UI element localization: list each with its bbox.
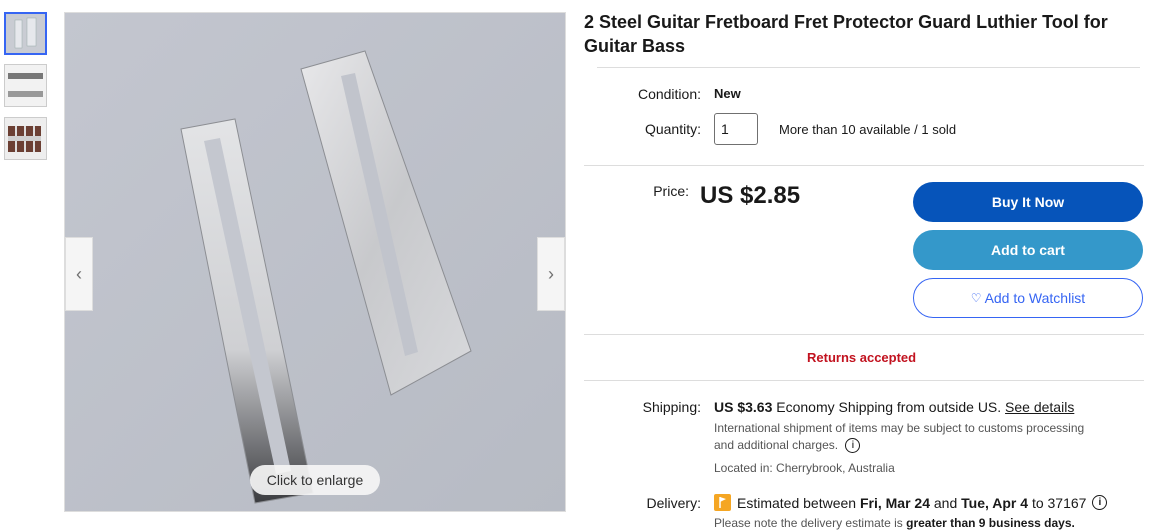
delivery-label: Delivery: <box>646 495 701 511</box>
price-value: US $2.85 <box>700 182 801 209</box>
add-to-cart-button[interactable]: Add to cart <box>913 230 1143 270</box>
customs-note-line2: and additional charges. i <box>714 438 861 454</box>
click-to-enlarge-button[interactable]: Click to enlarge <box>250 465 380 495</box>
shipping-label: Shipping: <box>642 399 701 415</box>
divider <box>584 165 1144 166</box>
condition-value: New <box>714 86 741 101</box>
chevron-right-icon: › <box>548 263 554 284</box>
thumbnail-2-image <box>5 65 46 106</box>
divider <box>584 334 1144 335</box>
see-details-link[interactable]: See details <box>1005 399 1074 415</box>
main-product-image[interactable]: ‹ › Click to enlarge <box>64 12 566 512</box>
info-icon[interactable]: i <box>845 438 861 454</box>
divider <box>597 67 1140 68</box>
prev-image-button[interactable]: ‹ <box>65 237 93 311</box>
customs-note-line2-text: and additional charges. <box>714 438 839 452</box>
product-photo <box>65 13 565 511</box>
next-image-button[interactable]: › <box>537 237 565 311</box>
condition-label: Condition: <box>637 86 701 102</box>
heart-icon: ♡ <box>970 291 982 305</box>
thumbnail-3[interactable] <box>4 117 47 160</box>
add-to-watchlist-button[interactable]: ♡ Add to Watchlist <box>913 278 1143 318</box>
delivery-estimate: Estimated between Fri, Mar 24 and Tue, A… <box>714 494 1108 511</box>
returns-accepted: Returns accepted <box>807 350 917 365</box>
divider <box>584 380 1144 381</box>
delivery-note: Please note the delivery estimate is gre… <box>714 516 1075 530</box>
shipping-line: US $3.63 Economy Shipping from outside U… <box>714 399 1074 415</box>
delivery-note-bold: greater than 9 business days. <box>906 516 1075 530</box>
availability-text: More than 10 available / 1 sold <box>779 122 957 137</box>
price-label: Price: <box>653 183 689 199</box>
add-to-watchlist-label: Add to Watchlist <box>984 290 1086 306</box>
shipping-cost: US $3.63 <box>714 399 773 415</box>
delivery-and: and <box>933 494 958 511</box>
thumbnail-2[interactable] <box>4 64 47 107</box>
item-title: 2 Steel Guitar Fretboard Fret Protector … <box>584 12 1108 56</box>
info-icon[interactable]: i <box>1092 495 1108 510</box>
delivery-zip: to 37167 <box>1031 494 1087 511</box>
delivery-start: Fri, Mar 24 <box>859 494 930 511</box>
quantity-input[interactable] <box>714 113 758 145</box>
thumbnail-1[interactable] <box>4 12 47 55</box>
shipping-method: Economy Shipping from outside US. <box>776 399 1002 415</box>
buy-it-now-button[interactable]: Buy It Now <box>913 182 1143 222</box>
item-location: Located in: Cherrybrook, Australia <box>714 461 895 475</box>
quantity-label: Quantity: <box>644 121 701 137</box>
add-to-cart-label: Add to cart <box>991 242 1065 258</box>
customs-note-line1: International shipment of items may be s… <box>714 421 1085 435</box>
delivery-end: Tue, Apr 4 <box>961 494 1029 511</box>
delivery-flag-icon <box>714 494 731 511</box>
delivery-note-prefix: Please note the delivery estimate is <box>714 516 903 530</box>
chevron-left-icon: ‹ <box>76 263 82 284</box>
thumbnail-3-image <box>5 118 46 159</box>
delivery-prefix: Estimated between <box>737 494 857 511</box>
buy-it-now-label: Buy It Now <box>991 194 1065 210</box>
thumbnail-1-image <box>6 14 45 53</box>
